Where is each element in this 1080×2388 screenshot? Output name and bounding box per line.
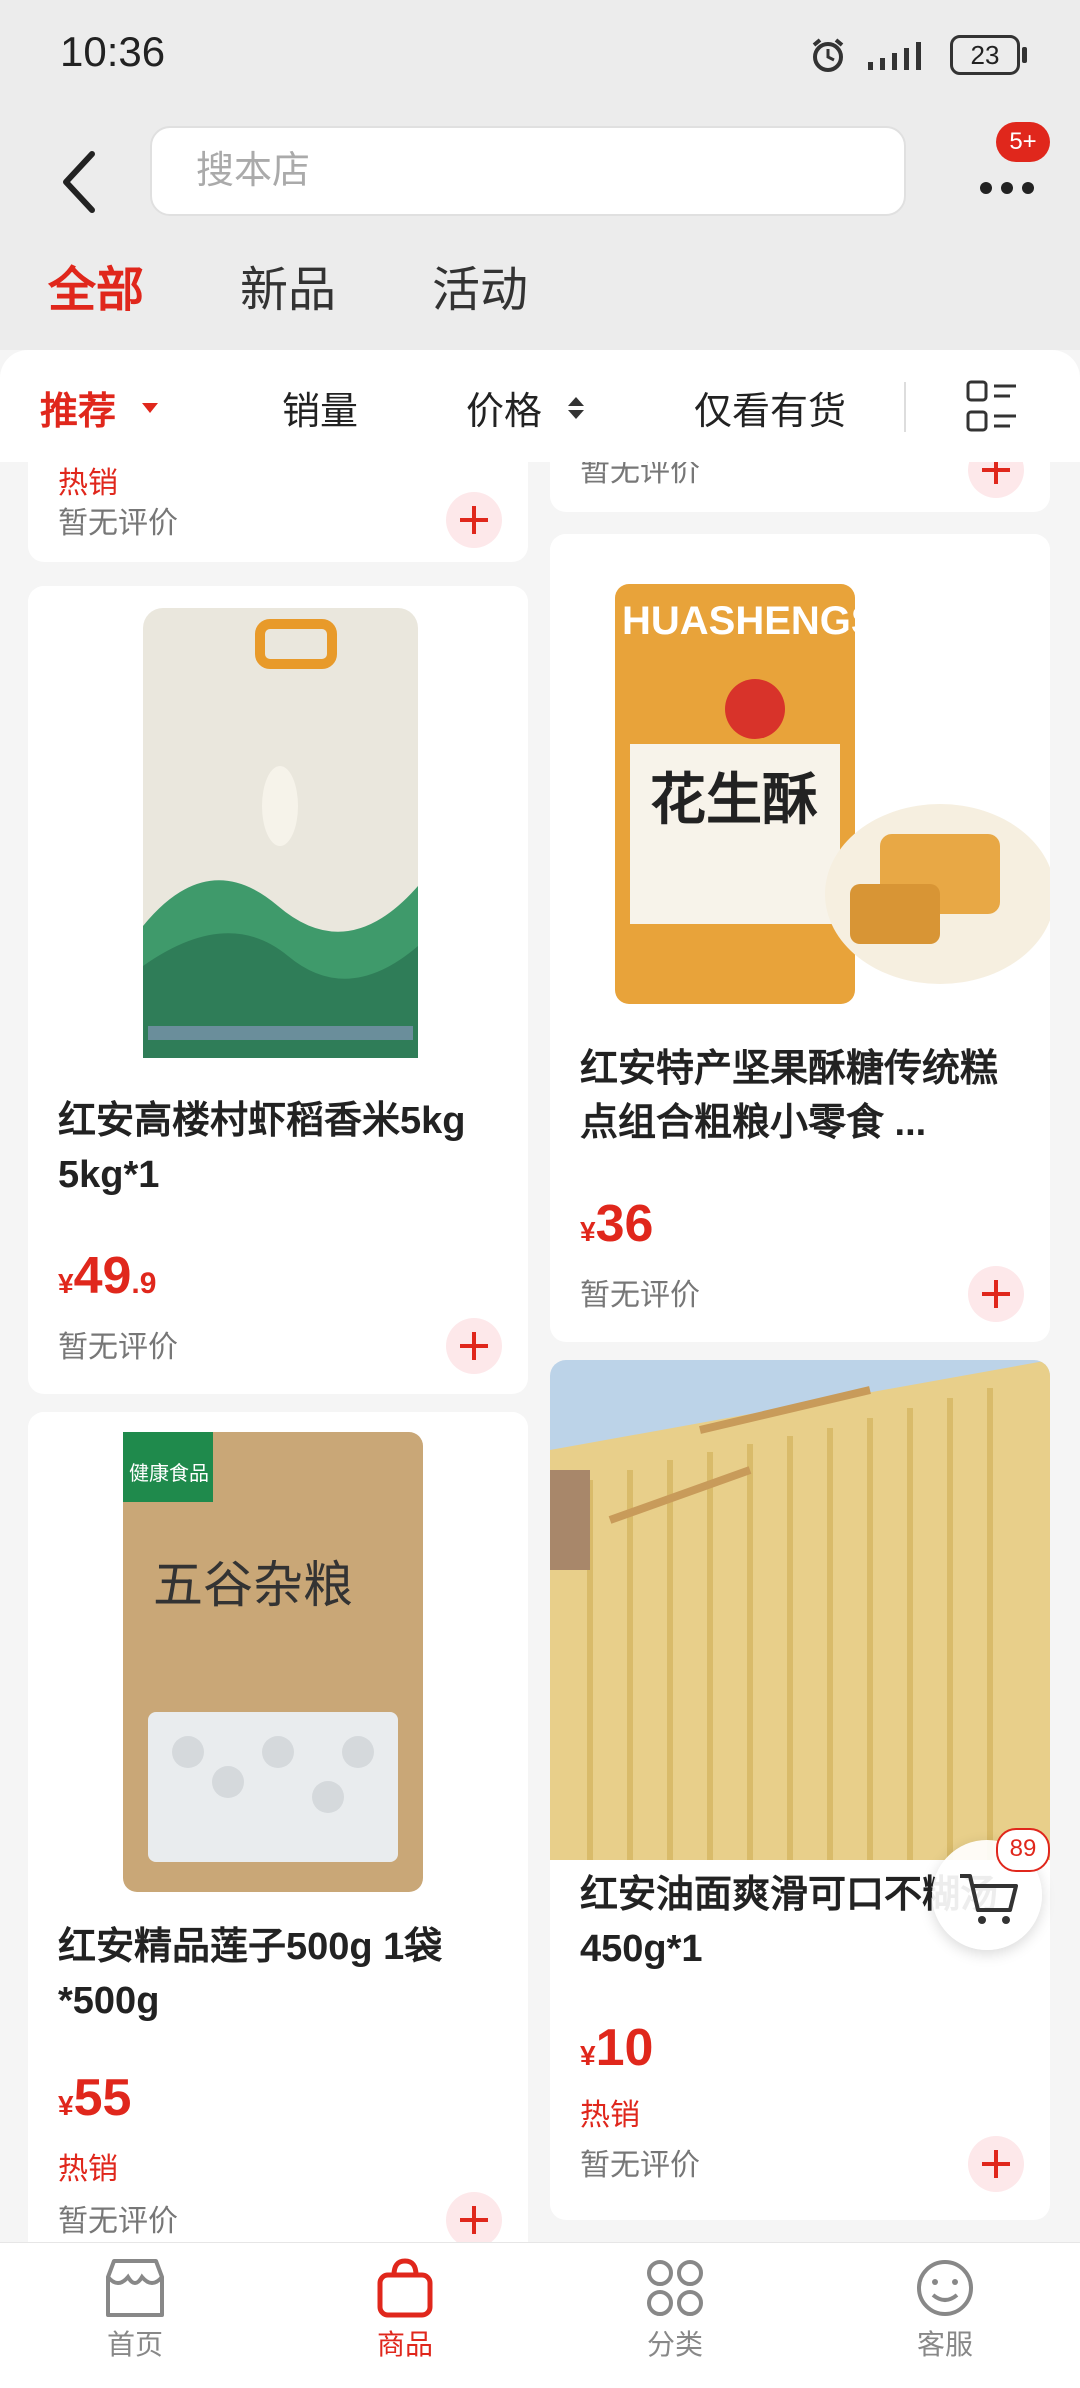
product-image-lotus-seeds: 健康食品 五谷杂粮 bbox=[28, 1412, 528, 1912]
filter-in-stock[interactable]: 仅看有货 bbox=[694, 380, 846, 435]
nav-home-label: 首页 bbox=[106, 2329, 163, 2360]
battery-icon: 23 bbox=[950, 35, 1027, 75]
product-price: ¥36 bbox=[580, 1194, 653, 1254]
status-time: 10:36 bbox=[60, 28, 166, 75]
nav-products-label: 商品 bbox=[376, 2329, 433, 2360]
cart-count-badge: 89 bbox=[996, 1828, 1050, 1872]
review-text: 暂无评价 bbox=[58, 1331, 178, 1364]
filter-bar: 推荐 销量 价格 仅看有货 bbox=[0, 350, 1080, 462]
notification-badge: 5+ bbox=[996, 122, 1050, 162]
add-to-cart-button[interactable] bbox=[968, 2136, 1024, 2192]
price-symbol: ¥ bbox=[580, 2040, 596, 2071]
add-to-cart-button[interactable] bbox=[446, 492, 502, 548]
shop-icon bbox=[106, 2259, 164, 2317]
price-integer: 49 bbox=[73, 1247, 132, 1305]
bag-icon bbox=[377, 2258, 433, 2318]
filter-recommend[interactable]: 推荐 bbox=[40, 380, 159, 435]
hot-label: 热销 bbox=[58, 2153, 118, 2186]
price-integer: 36 bbox=[595, 1195, 654, 1253]
add-to-cart-button[interactable] bbox=[968, 1266, 1024, 1322]
service-icon bbox=[917, 2260, 973, 2316]
store-tabs: 全部 新品 活动 bbox=[48, 250, 624, 320]
product-image-noodles bbox=[550, 1360, 1050, 1860]
price-integer: 10 bbox=[595, 2019, 654, 2077]
price-decimal: .9 bbox=[131, 1267, 157, 1300]
filter-sales[interactable]: 销量 bbox=[282, 380, 358, 435]
add-to-cart-button[interactable] bbox=[968, 462, 1024, 498]
back-arrow-icon[interactable] bbox=[52, 142, 112, 222]
product-price: ¥55 bbox=[58, 2068, 131, 2128]
review-text: 暂无评价 bbox=[580, 2149, 700, 2182]
review-text: 暂无评价 bbox=[580, 1279, 700, 1312]
add-to-cart-button[interactable] bbox=[446, 2192, 502, 2242]
layout-toggle-icon[interactable] bbox=[964, 378, 1020, 434]
category-icon bbox=[647, 2260, 703, 2316]
nav-category[interactable]: 分类 bbox=[590, 2257, 760, 2363]
package-tag-text: 健康食品 bbox=[129, 1462, 209, 1485]
store-header: 搜本店 5+ 全部 新品 活动 bbox=[0, 110, 1080, 350]
tab-all[interactable]: 全部 bbox=[48, 250, 144, 320]
product-price: ¥49.9 bbox=[58, 1246, 156, 1306]
product-title: 红安高楼村虾稻香米5kg 5kg*1 bbox=[58, 1100, 466, 1196]
bottom-nav: 首页 商品 分类 客服 bbox=[0, 2242, 1080, 2388]
hot-label: 热销 bbox=[580, 2099, 640, 2132]
product-grid: 热销 暂无评价 暂无评价 红安高楼村虾稻香米5kg 5kg*1 ¥49.9 暂无… bbox=[0, 462, 1080, 2242]
filter-in-stock-label: 仅看有货 bbox=[694, 391, 847, 433]
sort-arrows-icon bbox=[568, 396, 585, 419]
status-icons: 23 bbox=[808, 30, 1027, 80]
product-card[interactable]: 红安油面爽滑可口不糊汤 450g*1 ¥10 热销 暂无评价 bbox=[550, 1360, 1050, 2220]
product-card[interactable]: 红安高楼村虾稻香米5kg 5kg*1 ¥49.9 暂无评价 bbox=[28, 586, 528, 1394]
nav-home[interactable]: 首页 bbox=[50, 2257, 220, 2363]
filter-divider bbox=[904, 382, 906, 432]
product-image-rice bbox=[28, 586, 528, 1086]
product-card[interactable]: HUASHENGSU 花生酥 红安特产坚果酥糖传统糕点组合粗粮小零食 ... ¥… bbox=[550, 534, 1050, 1342]
search-input[interactable]: 搜本店 bbox=[150, 126, 906, 216]
review-text: 暂无评价 bbox=[58, 507, 178, 540]
package-text: 五谷杂粮 bbox=[153, 1557, 353, 1613]
dropdown-arrow-icon bbox=[142, 402, 159, 413]
nav-service-label: 客服 bbox=[916, 2329, 973, 2360]
hot-label: 热销 bbox=[58, 467, 118, 500]
filter-recommend-label: 推荐 bbox=[40, 391, 117, 433]
product-title: 红安特产坚果酥糖传统糕点组合粗粮小零食 ... bbox=[580, 1048, 999, 1144]
product-image-peanut-candy: HUASHENGSU 花生酥 bbox=[550, 534, 1050, 1034]
nav-category-label: 分类 bbox=[646, 2329, 703, 2360]
tab-activity[interactable]: 活动 bbox=[432, 250, 528, 320]
package-brand-text: HUASHENGSU bbox=[622, 599, 906, 643]
product-card[interactable]: 健康食品 五谷杂粮 红安精品莲子500g 1袋 *500g ¥55 热销 暂无评… bbox=[28, 1412, 528, 2242]
add-to-cart-button[interactable] bbox=[446, 1318, 502, 1374]
filter-price[interactable]: 价格 bbox=[466, 380, 585, 435]
nav-service[interactable]: 客服 bbox=[860, 2257, 1030, 2363]
signal-icon bbox=[868, 42, 921, 70]
price-symbol: ¥ bbox=[58, 1268, 74, 1299]
price-integer: 55 bbox=[73, 2069, 132, 2127]
package-label-text: 花生酥 bbox=[650, 768, 818, 831]
product-card[interactable]: 热销 暂无评价 bbox=[28, 462, 528, 562]
product-price: ¥10 bbox=[580, 2018, 653, 2078]
alarm-icon bbox=[812, 38, 844, 72]
filter-price-label: 价格 bbox=[466, 391, 543, 433]
price-symbol: ¥ bbox=[58, 2090, 74, 2121]
tab-new[interactable]: 新品 bbox=[240, 250, 336, 320]
review-text: 暂无评价 bbox=[58, 2205, 178, 2238]
filter-sales-label: 销量 bbox=[282, 391, 359, 433]
product-card[interactable]: 暂无评价 bbox=[550, 462, 1050, 512]
product-title: 红安精品莲子500g 1袋 *500g bbox=[58, 1926, 443, 2022]
status-bar: 10:36 23 bbox=[0, 0, 1080, 110]
price-symbol: ¥ bbox=[580, 1216, 596, 1247]
review-text: 暂无评价 bbox=[580, 462, 700, 488]
nav-products[interactable]: 商品 bbox=[320, 2257, 490, 2363]
